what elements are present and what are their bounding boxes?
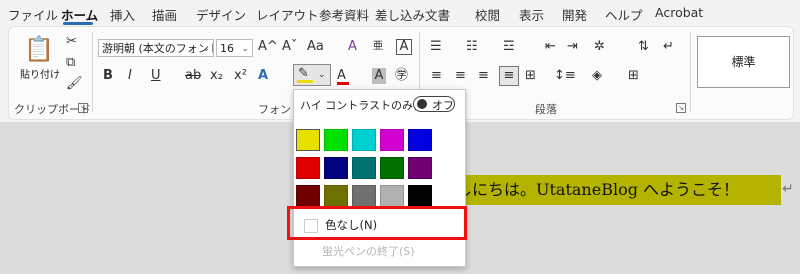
character-shading-icon[interactable]: A [372,68,386,84]
no-color-option[interactable]: 色なし(N) [325,217,377,233]
style-normal[interactable]: 標準 [697,36,790,88]
chevron-down-icon: ⌄ [202,44,210,54]
tab-references[interactable]: 参考資料 [319,5,369,24]
clipboard-launcher-icon[interactable]: ↘ [78,103,88,113]
distribute-icon[interactable]: ⊞ [525,68,536,84]
align-right-icon[interactable]: ≡ [478,68,489,84]
align-left-icon[interactable]: ≡ [431,68,442,84]
tab-draw[interactable]: 描画 [152,5,177,24]
bullets-icon[interactable]: ☰ [430,39,442,55]
color-swatch[interactable] [408,129,432,151]
tab-help[interactable]: ヘルプ [605,5,643,24]
phonetic-guide-icon[interactable]: 亜 [373,39,383,55]
no-color-swatch[interactable] [304,219,318,233]
font-name-value: 游明朝 (本文のフォント [102,42,214,55]
tab-acrobat[interactable]: Acrobat [655,5,703,20]
color-swatch[interactable] [408,157,432,179]
strikethrough-icon[interactable]: ab [185,68,201,84]
color-swatch[interactable] [324,185,348,207]
font-color-bar [337,82,349,85]
copy-icon[interactable]: ⧉ [66,55,75,71]
character-border-icon[interactable]: A [396,39,412,55]
line-spacing-icon[interactable]: ↕≡ [554,68,576,84]
font-size-value: 16 [220,42,234,55]
numbering-icon[interactable]: ☷ [466,39,478,55]
tab-review[interactable]: 校閲 [475,5,500,24]
tab-design[interactable]: デザイン [196,5,246,24]
color-swatch[interactable] [408,185,432,207]
bold-icon[interactable]: B [103,68,113,84]
high-contrast-label: ハイ コントラストのみ(H) [300,99,430,112]
clear-formatting-icon[interactable]: A [348,39,357,55]
color-swatch[interactable] [352,157,376,179]
color-swatch[interactable] [380,129,404,151]
color-swatch[interactable] [380,185,404,207]
font-name-combo[interactable]: 游明朝 (本文のフォント ⌄ [98,39,214,57]
chevron-down-icon: ⌄ [241,44,249,54]
toggle-knob [417,99,427,109]
active-tab-indicator [63,22,93,25]
asian-layout-icon[interactable]: ✲ [594,39,605,55]
tab-developer[interactable]: 開発 [562,5,587,24]
borders-icon[interactable]: ⊞ [628,68,639,84]
multilevel-list-icon[interactable]: ☲ [503,39,515,55]
decrease-indent-icon[interactable]: ⇤ [545,39,556,55]
underline-icon[interactable]: U [151,68,161,84]
format-painter-icon[interactable]: 🖌 [66,76,83,92]
stop-highlighting-option[interactable]: 蛍光ペンの終了(S) [322,243,415,259]
shrink-font-icon[interactable]: Aˇ [282,39,297,55]
tab-file[interactable]: ファイル [8,5,58,24]
tab-insert[interactable]: 挿入 [110,5,135,24]
color-swatch[interactable] [380,157,404,179]
color-swatch[interactable] [352,129,376,151]
italic-icon[interactable]: I [128,68,132,84]
ribbon-tab-bar: ファイル ホーム 挿入 描画 デザイン レイアウト 参考資料 差し込み文書 校閲… [0,0,800,26]
toggle-state-label: オフ [432,99,454,112]
shading-icon[interactable]: ◈ [592,68,602,84]
tab-layout[interactable]: レイアウト [256,5,319,24]
color-swatch[interactable] [324,157,348,179]
tab-view[interactable]: 表示 [519,5,544,24]
paste-button-label[interactable]: 貼り付け [20,66,60,81]
show-marks-icon[interactable]: ↵ [663,39,674,55]
group-divider [92,32,93,112]
group-divider [690,32,691,112]
color-swatch[interactable] [296,129,320,151]
enclose-characters-icon[interactable]: ㊫ [395,68,408,84]
subscript-icon[interactable]: x₂ [210,68,223,84]
superscript-icon[interactable]: x² [234,68,247,84]
justify-icon[interactable]: ≡ [499,66,519,86]
cut-icon[interactable]: ✂ [66,34,77,50]
change-case-icon[interactable]: Aa [307,39,324,55]
highlight-color-bar [297,80,313,83]
paragraph-mark-icon: ↵ [782,181,794,197]
text-effects-icon[interactable]: A [258,68,268,84]
increase-indent-icon[interactable]: ⇥ [567,39,578,55]
sort-icon[interactable]: ⇅ [638,39,649,55]
grow-font-icon[interactable]: A^ [258,39,278,55]
paragraph-launcher-icon[interactable]: ↘ [676,103,686,113]
paragraph-group-label: 段落 [535,103,557,116]
color-swatch[interactable] [296,157,320,179]
font-size-combo[interactable]: 16 ⌄ [216,39,253,57]
tab-mailings[interactable]: 差し込み文書 [375,5,450,24]
align-center-icon[interactable]: ≡ [455,68,466,84]
color-swatch[interactable] [324,129,348,151]
paste-icon[interactable]: 📋 [24,36,54,62]
chevron-down-icon[interactable]: ⌄ [318,67,326,83]
highlighted-text[interactable]: しにちは。UtataneBlog へようこそ！ [448,175,781,205]
color-swatch[interactable] [352,185,376,207]
color-swatch[interactable] [296,185,320,207]
